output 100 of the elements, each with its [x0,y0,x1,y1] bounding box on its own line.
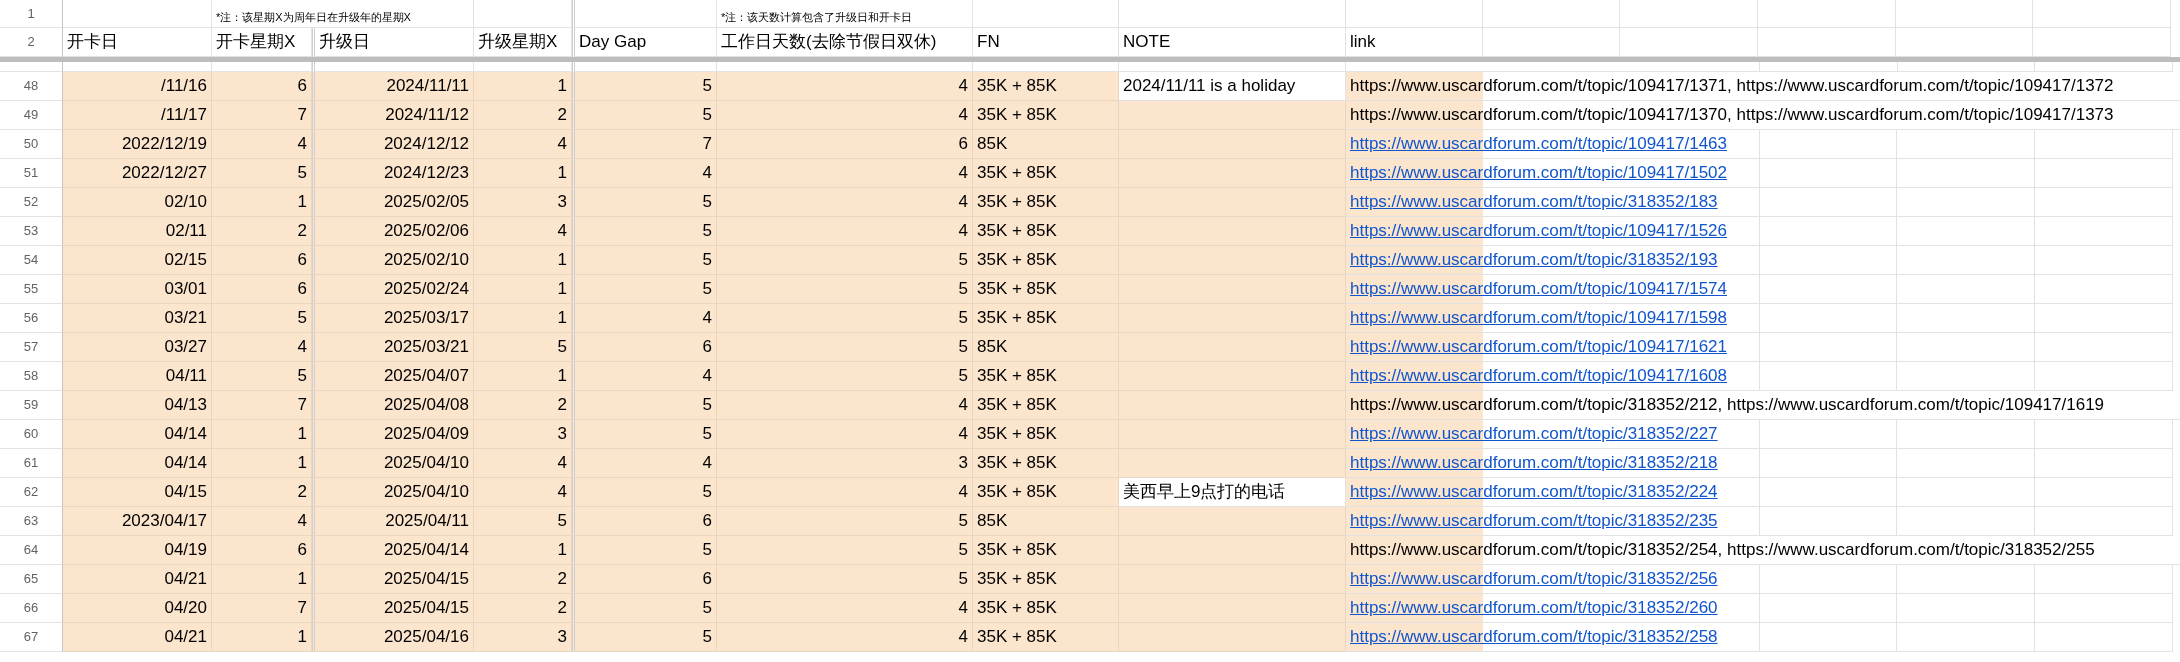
table-cell: 35K + 85K [973,449,1119,478]
table-cell: 2025/04/14 [312,536,474,565]
table-cell: 2025/02/10 [312,246,474,275]
table-cell: 35K + 85K [973,478,1119,507]
table-cell: 4 [572,362,717,391]
table-cell: 5 [717,507,973,536]
table-cell: 4 [212,507,312,536]
link[interactable]: https://www.uscardforum.com/t/topic/109417/1463 [1350,131,1728,157]
row-number: 1 [0,0,63,28]
table-cell: 5 [572,101,717,130]
table-cell: 6 [572,565,717,594]
table-cell: 1 [474,246,572,275]
table-cell: 02/10 [63,188,212,217]
table-cell: 2025/02/06 [312,217,474,246]
table-cell: 5 [717,565,973,594]
table-cell: 04/19 [63,536,212,565]
table-cell: 2025/04/09 [312,420,474,449]
link[interactable]: https://www.uscardforum.com/t/topic/318352/183 [1350,189,1718,215]
table-cell: 2025/04/16 [312,623,474,652]
table-cell: 04/20 [63,594,212,623]
table-cell: 1 [212,420,312,449]
table-cell: 5 [572,275,717,304]
table-cell: 2025/02/24 [312,275,474,304]
link[interactable]: https://www.uscardforum.com/t/topic/109417/1608 [1350,363,1728,389]
link[interactable]: https://www.uscardforum.com/t/topic/318352/260 [1350,595,1718,621]
table-cell: 5 [212,304,312,333]
table-cell: 35K + 85K [973,159,1119,188]
table-cell: 4 [474,478,572,507]
table-cell: 1 [474,72,572,101]
table-cell: 35K + 85K [973,188,1119,217]
table-cell: 1 [474,304,572,333]
table-cell: 7 [212,594,312,623]
table-cell: 4 [717,594,973,623]
table-cell: 5 [572,72,717,101]
table-cell: /11/17 [63,101,212,130]
table-cell: 2 [474,565,572,594]
table-cell: 35K + 85K [973,101,1119,130]
link[interactable]: https://www.uscardforum.com/t/topic/318352/235 [1350,508,1718,534]
table-cell: https://www.uscardforum.com/t/topic/109417/1370, https://www.uscardforum.com/t/topic/109417/1373 [1346,101,2180,130]
table-cell: 03/27 [63,333,212,362]
table-cell: 35K + 85K [973,246,1119,275]
table-cell: 2024/12/12 [312,130,474,159]
table-cell: 04/21 [63,565,212,594]
table-cell: 2025/04/10 [312,478,474,507]
table-cell: 5 [572,536,717,565]
table-cell: 7 [212,391,312,420]
link[interactable]: https://www.uscardforum.com/t/topic/109417/1621 [1350,334,1728,360]
table-cell: 4 [717,188,973,217]
link[interactable]: https://www.uscardforum.com/t/topic/318352/193 [1350,247,1718,273]
table-cell: 85K [973,507,1119,536]
table-cell: 2 [474,101,572,130]
table-cell: 5 [572,594,717,623]
table-cell: 5 [572,420,717,449]
table-cell: 35K + 85K [973,304,1119,333]
table-cell: 5 [572,217,717,246]
link[interactable]: https://www.uscardforum.com/t/topic/318352/227 [1350,421,1718,447]
table-cell: 1 [474,362,572,391]
table-cell: https://www.uscardforum.com/t/topic/318352/212, https://www.uscardforum.com/t/topic/109417/1619 [1346,391,2180,420]
link[interactable]: https://www.uscardforum.com/t/topic/318352/224 [1350,479,1718,505]
link[interactable]: https://www.uscardforum.com/t/topic/109417/1526 [1350,218,1728,244]
table-cell: 4 [212,130,312,159]
table-cell: 2022/12/19 [63,130,212,159]
table-cell: 4 [717,217,973,246]
table-cell: 7 [572,130,717,159]
table-cell: 4 [717,391,973,420]
link[interactable]: https://www.uscardforum.com/t/topic/109417/1574 [1350,276,1728,302]
table-cell: 5 [572,478,717,507]
table-cell: 2 [212,478,312,507]
table-cell: 5 [572,623,717,652]
link[interactable]: https://www.uscardforum.com/t/topic/318352/256 [1350,566,1718,592]
table-cell: 1 [212,565,312,594]
table-cell: 5 [212,159,312,188]
table-cell: https://www.uscardforum.com/t/topic/109417/1371, https://www.uscardforum.com/t/topic/109417/1372 [1346,72,2180,101]
table-cell: 35K + 85K [973,594,1119,623]
table-cell: 4 [212,333,312,362]
link[interactable]: https://www.uscardforum.com/t/topic/109417/1502 [1350,160,1728,186]
link[interactable]: https://www.uscardforum.com/t/topic/318352/218 [1350,450,1718,476]
table-cell: 6 [212,275,312,304]
table-cell: 2025/04/10 [312,449,474,478]
table-cell: 35K + 85K [973,72,1119,101]
table-cell: 2025/02/05 [312,188,474,217]
table-cell: 35K + 85K [973,275,1119,304]
table-cell: 1 [212,449,312,478]
table-cell: 2023/04/17 [63,507,212,536]
table-cell: 2025/03/17 [312,304,474,333]
table-cell: 04/14 [63,449,212,478]
link[interactable]: https://www.uscardforum.com/t/topic/318352/258 [1350,624,1718,650]
table-cell: 5 [717,362,973,391]
table-cell: 6 [572,507,717,536]
table-cell: 35K + 85K [973,420,1119,449]
header-note: *注：该星期X为周年日在升级年的星期X [212,0,474,28]
table-cell: 3 [717,449,973,478]
table-cell: 02/11 [63,217,212,246]
table-cell: 35K + 85K [973,217,1119,246]
link[interactable]: https://www.uscardforum.com/t/topic/109417/1598 [1350,305,1728,331]
table-cell: 85K [973,333,1119,362]
table-cell: 5 [572,391,717,420]
table-cell: 4 [572,304,717,333]
table-cell: 4 [572,449,717,478]
table-cell: 2025/04/15 [312,565,474,594]
